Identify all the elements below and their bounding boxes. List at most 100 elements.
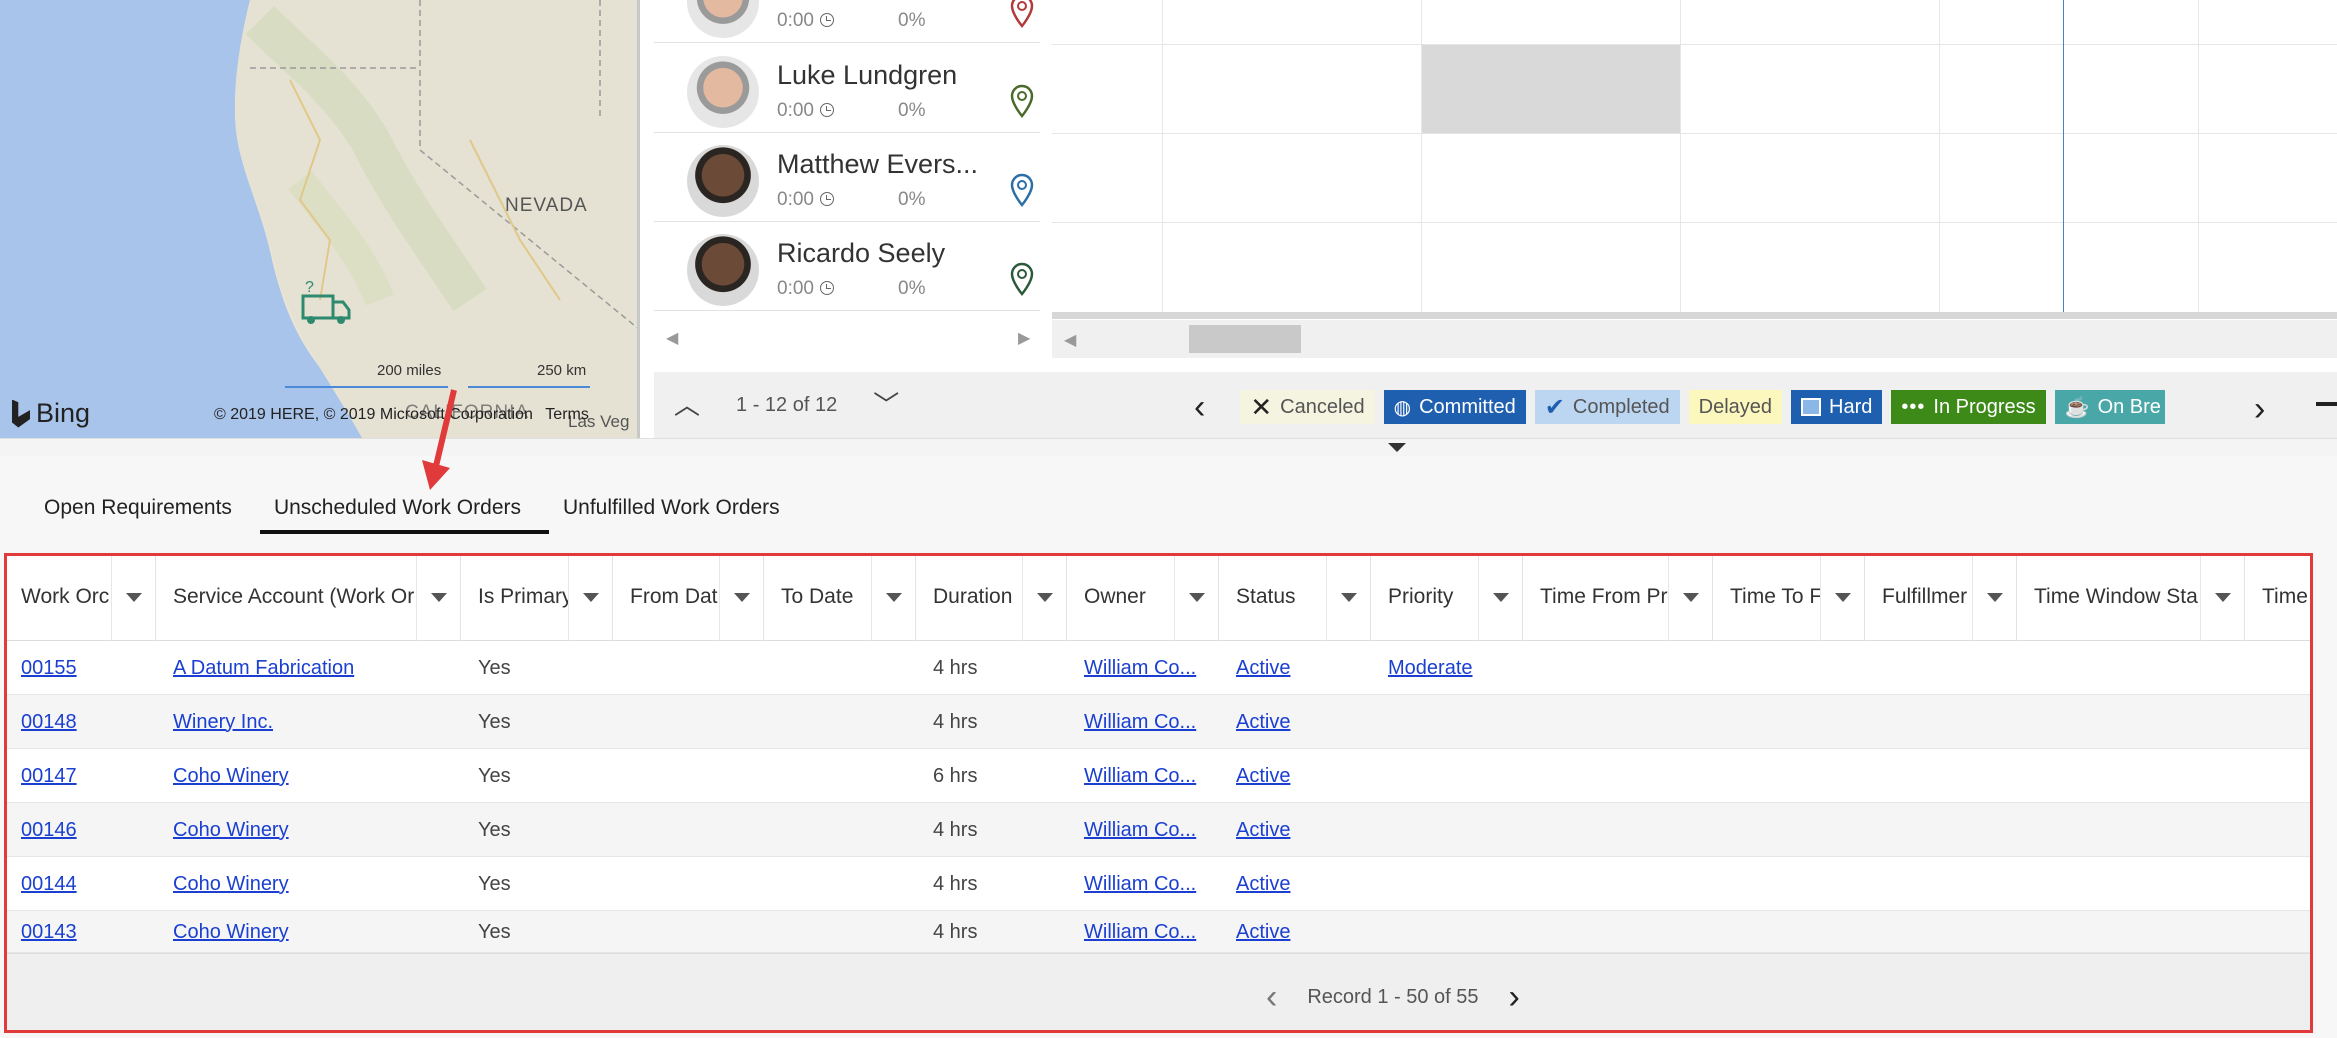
- clock-icon: [819, 103, 834, 117]
- column-header[interactable]: To Date: [764, 553, 916, 641]
- table-row[interactable]: 00148 Winery Inc. Yes 4 hrs William Co..…: [4, 695, 2313, 749]
- column-header[interactable]: Duration: [916, 553, 1067, 641]
- truck-icon[interactable]: ?: [295, 278, 355, 324]
- work-order-link[interactable]: 00144: [21, 873, 77, 896]
- resource-scrollbar[interactable]: ◀ ▶: [654, 318, 1040, 358]
- service-account-link[interactable]: Coho Winery: [173, 765, 289, 788]
- panel-splitter[interactable]: [0, 438, 2337, 456]
- scroll-left-icon[interactable]: ◀: [666, 328, 678, 348]
- tab-open-requirements[interactable]: Open Requirements: [44, 496, 246, 534]
- column-header[interactable]: Work Orc: [4, 553, 156, 641]
- column-menu-icon[interactable]: [1326, 553, 1370, 641]
- service-account-link[interactable]: Coho Winery: [173, 819, 289, 842]
- tab-unfulfilled-work-orders[interactable]: Unfulfilled Work Orders: [563, 496, 794, 534]
- work-order-link[interactable]: 00155: [21, 657, 77, 680]
- owner-link[interactable]: William Co...: [1084, 819, 1196, 842]
- duration-cell: 4 hrs: [933, 818, 978, 841]
- column-menu-icon[interactable]: [1820, 553, 1864, 641]
- service-account-link[interactable]: Coho Winery: [173, 873, 289, 896]
- column-header[interactable]: Time To F: [1713, 553, 1865, 641]
- table-row[interactable]: 00143 Coho Winery Yes 4 hrs William Co..…: [4, 911, 2313, 953]
- bing-icon: [12, 399, 30, 428]
- column-menu-icon[interactable]: [719, 553, 763, 641]
- duration-cell: 6 hrs: [933, 764, 978, 787]
- column-menu-icon[interactable]: [568, 553, 612, 641]
- grid-horizontal-scrollbar[interactable]: ◀: [1052, 320, 2337, 358]
- column-menu-icon[interactable]: [416, 553, 460, 641]
- column-menu-icon[interactable]: [1022, 553, 1066, 641]
- column-menu-icon[interactable]: [1478, 553, 1522, 641]
- column-header[interactable]: Fulfillmer: [1865, 553, 2017, 641]
- service-account-link[interactable]: A Datum Fabrication: [173, 657, 354, 680]
- resource-utilization: 0%: [898, 10, 926, 31]
- chevron-down-icon[interactable]: [1388, 443, 1406, 452]
- status-link[interactable]: Active: [1236, 873, 1290, 896]
- table-row[interactable]: 00155 A Datum Fabrication Yes 4 hrs Will…: [4, 641, 2313, 695]
- resource-row[interactable]: 0:00 0%: [654, 0, 1040, 43]
- column-menu-icon[interactable]: [111, 553, 155, 641]
- status-link[interactable]: Active: [1236, 711, 1290, 734]
- owner-link[interactable]: William Co...: [1084, 921, 1196, 944]
- schedule-block[interactable]: [1422, 45, 1680, 133]
- column-header[interactable]: Owner: [1067, 553, 1219, 641]
- column-menu-icon[interactable]: [2200, 553, 2244, 641]
- tab-unscheduled-work-orders[interactable]: Unscheduled Work Orders: [259, 496, 550, 534]
- column-menu-icon[interactable]: [1972, 553, 2016, 641]
- table-row[interactable]: 00146 Coho Winery Yes 4 hrs William Co..…: [4, 803, 2313, 857]
- scroll-right-icon[interactable]: ▶: [1018, 328, 1030, 348]
- legend-in-progress: ••• In Progress: [1891, 390, 2046, 424]
- legend-prev-icon[interactable]: ‹: [1194, 390, 1205, 424]
- column-menu-icon[interactable]: [1668, 553, 1712, 641]
- work-order-link[interactable]: 00146: [21, 819, 77, 842]
- service-account-link[interactable]: Winery Inc.: [173, 711, 273, 734]
- priority-link[interactable]: Moderate: [1388, 657, 1473, 680]
- scroll-left-icon[interactable]: ◀: [1064, 330, 1076, 350]
- table-row[interactable]: 00147 Coho Winery Yes 6 hrs William Co..…: [4, 749, 2313, 803]
- scrollbar-thumb[interactable]: [1189, 325, 1301, 353]
- status-link[interactable]: Active: [1236, 657, 1290, 680]
- owner-link[interactable]: William Co...: [1084, 873, 1196, 896]
- previous-page-icon[interactable]: ‹: [1266, 978, 1277, 1017]
- column-menu-icon[interactable]: [1174, 553, 1218, 641]
- legend-next-icon[interactable]: ›: [2254, 390, 2265, 429]
- column-header[interactable]: Status: [1219, 553, 1371, 641]
- map-pin-icon[interactable]: [1010, 262, 1034, 296]
- schedule-board-grid[interactable]: [1052, 0, 2337, 318]
- image-icon: [1801, 398, 1822, 416]
- owner-link[interactable]: William Co...: [1084, 711, 1196, 734]
- column-menu-icon[interactable]: [871, 553, 915, 641]
- next-page-icon[interactable]: ›: [1509, 978, 1520, 1017]
- column-header[interactable]: Priority: [1371, 553, 1523, 641]
- scale-bar-km: [468, 386, 590, 388]
- chevron-up-icon[interactable]: ︿: [674, 392, 700, 418]
- status-link[interactable]: Active: [1236, 819, 1290, 842]
- clock-icon: [819, 281, 834, 295]
- resource-row[interactable]: Ricardo Seely 0:00 0%: [654, 222, 1040, 311]
- column-header[interactable]: Service Account (Work Or: [156, 553, 461, 641]
- column-header[interactable]: Time Wi: [2245, 553, 2313, 641]
- table-row[interactable]: 00144 Coho Winery Yes 4 hrs William Co..…: [4, 857, 2313, 911]
- work-order-link[interactable]: 00147: [21, 765, 77, 788]
- record-pager: ‹ Record 1 - 50 of 55 ›: [4, 953, 2313, 1033]
- column-header[interactable]: Time Window Sta: [2017, 553, 2245, 641]
- owner-link[interactable]: William Co...: [1084, 657, 1196, 680]
- map-pin-icon[interactable]: [1010, 173, 1034, 207]
- resource-row[interactable]: Matthew Evers... 0:00 0%: [654, 133, 1040, 222]
- map-panel[interactable]: NEVADA CALIFORNIA Las Veg ? 200 miles 25…: [0, 0, 640, 438]
- owner-link[interactable]: William Co...: [1084, 765, 1196, 788]
- collapse-icon[interactable]: [2316, 402, 2337, 406]
- column-header[interactable]: From Dat: [613, 553, 764, 641]
- chevron-down-icon[interactable]: ﹀: [873, 392, 899, 418]
- resource-row[interactable]: Luke Lundgren 0:00 0%: [654, 44, 1040, 133]
- map-pin-icon[interactable]: [1010, 0, 1034, 28]
- status-link[interactable]: Active: [1236, 765, 1290, 788]
- work-order-link[interactable]: 00143: [21, 921, 77, 944]
- map-pin-icon[interactable]: [1010, 84, 1034, 118]
- column-header[interactable]: Is Primary: [461, 553, 613, 641]
- resource-row[interactable]: [654, 311, 1040, 318]
- terms-link[interactable]: Terms: [545, 406, 589, 423]
- column-header[interactable]: Time From Pr: [1523, 553, 1713, 641]
- service-account-link[interactable]: Coho Winery: [173, 921, 289, 944]
- work-order-link[interactable]: 00148: [21, 711, 77, 734]
- status-link[interactable]: Active: [1236, 921, 1290, 944]
